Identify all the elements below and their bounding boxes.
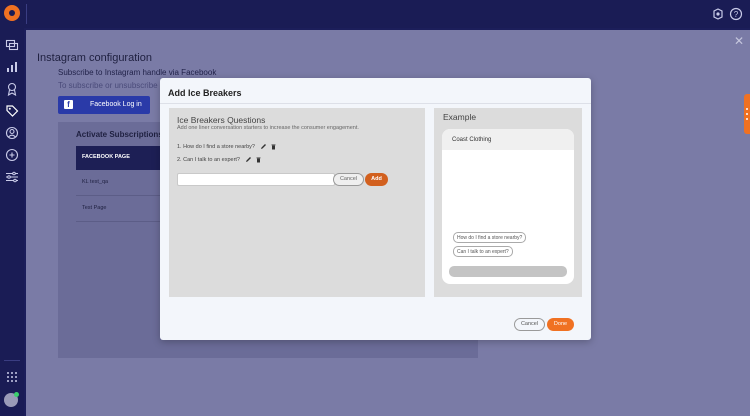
list-item: 1. How do I find a store nearby?: [177, 143, 280, 150]
table-row[interactable]: KL test_qa: [76, 170, 162, 196]
tags-icon[interactable]: [5, 104, 19, 118]
ice-breaker-text: 1. How do I find a store nearby?: [177, 143, 255, 150]
ice-breaker-chip: Can I talk to an expert?: [453, 246, 513, 257]
ice-breakers-panel: Ice Breakers Questions Add one liner con…: [169, 108, 425, 297]
cancel-button[interactable]: Cancel: [514, 318, 545, 331]
subscribe-text: Subscribe to Instagram handle via Facebo…: [58, 68, 217, 77]
phone-preview: Coast Clothing How do I find a store nea…: [442, 129, 574, 284]
brand-logo-icon[interactable]: [4, 5, 20, 21]
user-profile-icon[interactable]: [5, 126, 19, 140]
integrations-icon[interactable]: [5, 148, 19, 162]
help-icon[interactable]: ?: [729, 7, 743, 21]
done-button[interactable]: Done: [547, 318, 574, 331]
ice-breaker-text: 2. Can I talk to an expert?: [177, 156, 240, 163]
cancel-input-button[interactable]: Cancel: [333, 173, 364, 186]
delete-icon[interactable]: [255, 156, 262, 163]
svg-text:?: ?: [734, 10, 739, 19]
sidebar-divider: [4, 360, 20, 361]
ice-breaker-input[interactable]: [177, 173, 335, 186]
table-row[interactable]: Test Page: [76, 196, 162, 222]
conversations-icon[interactable]: [5, 38, 19, 52]
top-divider: [26, 4, 27, 24]
edit-icon[interactable]: [245, 156, 252, 163]
brand-name: Coast Clothing: [442, 129, 574, 150]
ice-breaker-chip: How do I find a store nearby?: [453, 232, 527, 243]
feedback-tab[interactable]: [744, 94, 750, 134]
example-panel: Example Coast Clothing How do I find a s…: [434, 108, 582, 297]
facebook-login-label: Facebook Log in: [90, 101, 142, 108]
close-icon[interactable]: ✕: [734, 34, 744, 48]
user-avatar[interactable]: [4, 392, 19, 407]
apps-grid-icon[interactable]: [6, 370, 18, 382]
add-button[interactable]: Add: [365, 173, 388, 186]
facebook-login-button[interactable]: f Facebook Log in: [58, 96, 150, 114]
modal-title: Add Ice Breakers: [168, 88, 242, 98]
edit-icon[interactable]: [260, 143, 267, 150]
message-input-bar: [449, 266, 567, 277]
activate-subscriptions-title: Activate Subscriptions: [76, 130, 163, 139]
sliders-icon[interactable]: [5, 170, 19, 184]
example-title: Example: [443, 112, 477, 122]
ice-breakers-title: Ice Breakers Questions: [177, 115, 266, 125]
ice-breakers-description: Add one liner conversation starters to i…: [177, 125, 359, 131]
modal-divider: [160, 103, 591, 104]
page-title: Instagram configuration: [37, 52, 152, 64]
subscribe-subtext: To subscribe or unsubscribe: [58, 81, 158, 90]
top-bar: ?: [0, 0, 750, 28]
settings-icon[interactable]: [711, 7, 725, 21]
add-ice-breakers-modal: Add Ice Breakers Ice Breakers Questions …: [160, 78, 591, 340]
facebook-icon: f: [64, 100, 73, 109]
analytics-icon[interactable]: [5, 60, 19, 74]
sidebar: [0, 28, 24, 416]
list-item: 2. Can I talk to an expert?: [177, 156, 265, 163]
table-header: FACEBOOK PAGE: [76, 146, 162, 170]
awards-icon[interactable]: [5, 82, 19, 97]
delete-icon[interactable]: [270, 143, 277, 150]
